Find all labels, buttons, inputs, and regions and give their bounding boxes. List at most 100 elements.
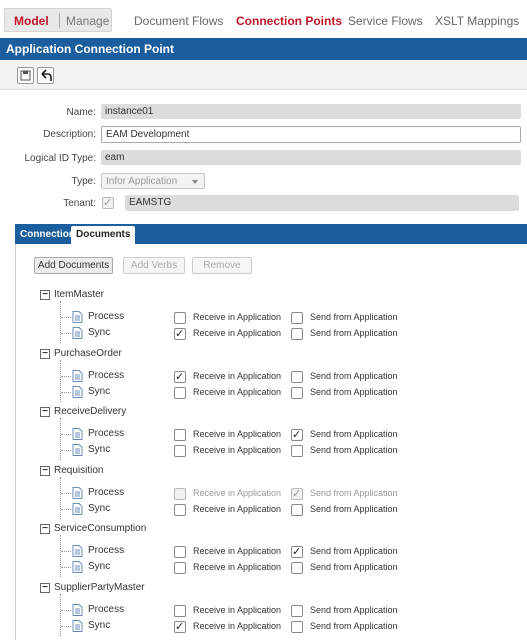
tenant-label: Tenant:	[63, 198, 96, 209]
checkmark-icon: ✓	[292, 487, 302, 500]
receive-checkbox[interactable]	[174, 445, 186, 457]
receive-label: Receive in Application	[193, 620, 282, 631]
type-select[interactable]: Infor Application	[101, 173, 205, 189]
collapse-icon[interactable]: −	[40, 407, 50, 417]
add-documents-button[interactable]: Add Documents	[34, 257, 113, 274]
send-label: Send from Application	[310, 487, 398, 498]
receive-label: Receive in Application	[193, 386, 282, 397]
send-checkbox[interactable]	[291, 604, 303, 617]
tree-branch	[61, 317, 71, 318]
verb-name: Process	[88, 603, 125, 615]
send-checkbox[interactable]: ✓	[291, 487, 303, 500]
receive-checkbox[interactable]	[174, 604, 186, 617]
collapse-icon[interactable]: −	[40, 290, 50, 300]
tree-line	[60, 418, 61, 460]
send-checkbox[interactable]	[291, 445, 303, 457]
collapse-icon[interactable]: −	[40, 348, 50, 359]
divider	[59, 13, 60, 28]
tree-branch	[61, 508, 71, 510]
tree-line	[60, 535, 61, 577]
send-checkbox[interactable]	[291, 370, 303, 383]
receive-checkbox[interactable]	[174, 503, 186, 516]
nav-connection-points[interactable]: Connection Points	[236, 14, 342, 28]
verb-name: Sync	[88, 502, 111, 514]
verb-name: Sync	[88, 619, 111, 631]
remove-button[interactable]: Remove	[192, 257, 252, 274]
receive-label: Receive in Application	[193, 445, 282, 455]
checkmark-icon: ✓	[103, 197, 113, 209]
document-name: PurchaseOrder	[54, 347, 122, 359]
tree-branch	[61, 375, 71, 377]
document-name: ServiceConsumption	[54, 523, 147, 534]
verb-name: Sync	[88, 327, 111, 338]
add-verbs-button[interactable]: Add Verbs	[123, 257, 185, 274]
send-checkbox[interactable]: ✓	[291, 546, 303, 558]
send-label: Send from Application	[310, 328, 398, 338]
send-checkbox[interactable]	[291, 386, 303, 399]
document-icon	[72, 486, 83, 499]
checkmark-icon: ✓	[292, 429, 302, 441]
name-label: Name:	[66, 107, 96, 118]
send-label: Send from Application	[310, 604, 398, 615]
document-icon	[72, 619, 83, 632]
send-checkbox[interactable]	[291, 562, 303, 574]
tenant-checkbox[interactable]: ✓	[102, 197, 114, 209]
receive-checkbox[interactable]	[174, 562, 186, 574]
document-icon	[72, 327, 83, 339]
tree-branch	[61, 434, 71, 435]
save-button[interactable]	[17, 67, 34, 84]
send-label: Send from Application	[310, 546, 398, 556]
logical-id-field: eam	[101, 150, 521, 165]
send-checkbox[interactable]	[291, 328, 303, 340]
receive-checkbox[interactable]	[174, 487, 186, 500]
receive-label: Receive in Application	[193, 503, 282, 514]
document-icon	[72, 603, 83, 616]
checkmark-icon: ✓	[175, 370, 185, 383]
send-label: Send from Application	[310, 370, 398, 381]
collapse-icon[interactable]: −	[40, 465, 50, 476]
send-label: Send from Application	[310, 503, 398, 514]
receive-checkbox[interactable]	[174, 312, 186, 324]
verb-name: Process	[88, 486, 125, 498]
collapse-icon[interactable]: −	[40, 524, 50, 534]
send-checkbox[interactable]	[291, 503, 303, 516]
collapse-icon[interactable]: −	[40, 582, 50, 593]
receive-checkbox[interactable]	[174, 546, 186, 558]
description-input[interactable]: EAM Development	[101, 126, 521, 143]
nav-document-flows[interactable]: Document Flows	[134, 14, 223, 28]
checkmark-icon: ✓	[175, 620, 185, 633]
tab-documents[interactable]: Documents	[71, 226, 136, 244]
nav-service-flows[interactable]: Service Flows	[348, 14, 423, 28]
send-checkbox[interactable]	[291, 312, 303, 324]
tree-branch	[61, 450, 71, 451]
receive-checkbox[interactable]: ✓	[174, 370, 186, 383]
document-icon	[72, 428, 83, 440]
undo-button[interactable]	[37, 67, 54, 84]
receive-label: Receive in Application	[193, 562, 282, 572]
document-icon	[72, 502, 83, 515]
tree-branch	[61, 492, 71, 494]
type-value: Infor Application	[106, 176, 178, 187]
document-icon	[72, 561, 83, 573]
send-checkbox[interactable]	[291, 620, 303, 633]
receive-checkbox[interactable]: ✓	[174, 328, 186, 340]
tree-branch	[61, 333, 71, 334]
receive-checkbox[interactable]	[174, 429, 186, 441]
receive-checkbox[interactable]	[174, 386, 186, 399]
document-name: ItemMaster	[54, 289, 105, 300]
document-icon	[72, 444, 83, 456]
top-navigation: Model Manage Document Flows Connection P…	[0, 0, 527, 38]
nav-xslt-mappings[interactable]: XSLT Mappings	[435, 14, 519, 28]
model-tab[interactable]: Model	[14, 14, 49, 28]
send-checkbox[interactable]: ✓	[291, 429, 303, 441]
manage-tab[interactable]: Manage	[66, 14, 109, 28]
verb-name: Sync	[88, 561, 111, 572]
tree-branch	[61, 551, 71, 552]
verb-name: Process	[88, 311, 125, 322]
receive-label: Receive in Application	[193, 487, 282, 498]
document-icon	[72, 385, 83, 398]
name-field: instance01	[101, 104, 521, 119]
checkmark-icon: ✓	[175, 328, 185, 340]
receive-checkbox[interactable]: ✓	[174, 620, 186, 633]
receive-label: Receive in Application	[193, 604, 282, 615]
